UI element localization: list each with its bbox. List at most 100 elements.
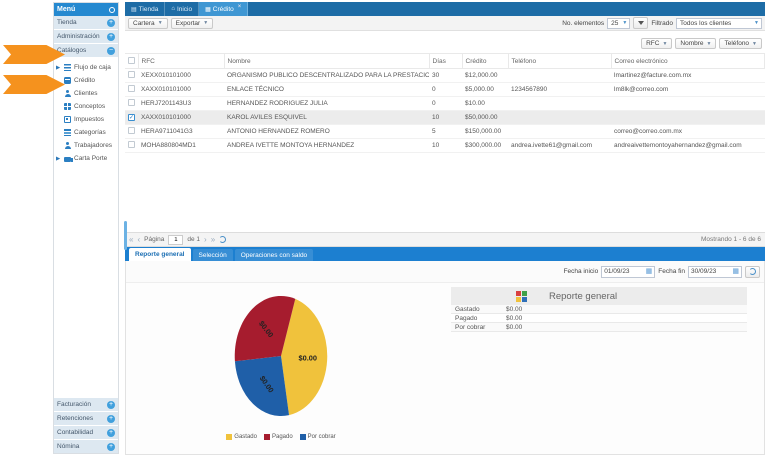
calendar-icon[interactable]: ▦ bbox=[646, 268, 653, 275]
select-all-checkbox[interactable] bbox=[128, 57, 135, 64]
minus-icon[interactable]: − bbox=[107, 47, 115, 55]
row-checkbox[interactable]: ✓ bbox=[128, 114, 135, 121]
page-input[interactable] bbox=[168, 235, 183, 245]
table-row[interactable]: MOHA880804MD1ANDREA IVETTE MONTOYA HERNA… bbox=[125, 139, 765, 153]
tab-label: Inicio bbox=[177, 6, 192, 13]
plus-icon[interactable]: + bbox=[107, 443, 115, 451]
sidebar-item-conceptos[interactable]: Conceptos bbox=[54, 100, 118, 113]
table-header-row: RFCNombreDíasCréditoTeléfonoCorreo elect… bbox=[125, 54, 765, 69]
sidebar-item-trabajadores[interactable]: Trabajadores bbox=[54, 139, 118, 152]
refresh-icon[interactable] bbox=[219, 236, 226, 243]
cartera-button[interactable]: Cartera▼ bbox=[128, 18, 168, 29]
first-page-icon[interactable]: « bbox=[129, 236, 133, 244]
legend-item-gastado: Gastado bbox=[226, 434, 257, 440]
row-checkbox[interactable] bbox=[128, 141, 135, 148]
prev-page-icon[interactable]: ‹ bbox=[137, 236, 140, 244]
row-checkbox[interactable] bbox=[128, 99, 135, 106]
cell-telefono bbox=[508, 125, 611, 139]
chevron-right-icon[interactable]: ▶ bbox=[56, 65, 60, 71]
tele-fono-button[interactable]: Teléfono▼ bbox=[719, 38, 762, 49]
grid-scrollbar[interactable] bbox=[124, 221, 127, 250]
section-label: Nómina bbox=[57, 443, 79, 450]
rfc-button[interactable]: RFC▼ bbox=[641, 38, 672, 49]
sidebar-section-no-mina[interactable]: Nómina + bbox=[54, 439, 118, 453]
chevron-right-icon[interactable]: ▶ bbox=[56, 156, 60, 162]
fecha-inicio-input[interactable]: 01/09/23▦ bbox=[601, 266, 655, 278]
sidebar-section-cata-logos[interactable]: Catálogos− bbox=[54, 44, 118, 58]
table-row[interactable]: ✓XAXX010101000KAROL AVILES ESQUIVEL10$50… bbox=[125, 111, 765, 125]
plus-icon[interactable]: + bbox=[107, 19, 115, 27]
cell-nombre: ORGANISMO PUBLICO DESCENTRALIZADO PARA L… bbox=[224, 69, 429, 83]
last-page-icon[interactable]: » bbox=[211, 236, 215, 244]
fecha-fin-label: Fecha fin bbox=[658, 268, 685, 275]
report-row-label: Por cobrar bbox=[451, 324, 506, 331]
sidebar-item-clientes[interactable]: Clientes bbox=[54, 87, 118, 100]
close-icon[interactable]: × bbox=[238, 4, 242, 10]
row-checkbox[interactable] bbox=[128, 127, 135, 134]
plus-icon[interactable]: + bbox=[107, 401, 115, 409]
report-general-panel: Reporte general Gastado$0.00Pagado$0.00P… bbox=[451, 287, 747, 332]
sidebar-section-retenciones[interactable]: Retenciones + bbox=[54, 411, 118, 425]
table-row[interactable]: HERA9711041G3ANTONIO HERNANDEZ ROMERO5$1… bbox=[125, 125, 765, 139]
credit-tab-icon: ▦ bbox=[205, 6, 211, 13]
cell-dias: 30 bbox=[429, 69, 462, 83]
sidebar-item-categori-as[interactable]: Categorías bbox=[54, 126, 118, 139]
next-page-icon[interactable]: › bbox=[204, 236, 207, 244]
concepts-gift-icon bbox=[64, 103, 71, 110]
sidebar-section-tienda[interactable]: Tienda+ bbox=[54, 16, 118, 30]
cell-telefono: 1234567890 bbox=[508, 83, 611, 97]
chevron-down-icon: ▼ bbox=[158, 20, 163, 26]
cell-correo: andreaivettemontoyahernandez@gmail.com bbox=[611, 139, 765, 153]
exportar-button[interactable]: Exportar▼ bbox=[171, 18, 214, 29]
sidebar-item-flujo-de-caja[interactable]: ▶Flujo de caja bbox=[54, 61, 118, 74]
tab-inicio[interactable]: ⌂Inicio bbox=[165, 2, 199, 16]
sidebar-item-label: Carta Porte bbox=[74, 155, 107, 162]
row-checkbox-cell: ✓ bbox=[125, 111, 138, 125]
button-label: Cartera bbox=[133, 20, 155, 27]
fecha-fin-input[interactable]: 30/09/23▦ bbox=[688, 266, 742, 278]
sidebar-section-administracio-n[interactable]: Administración+ bbox=[54, 30, 118, 44]
table-row[interactable]: HERJ7201143U3HERNANDEZ RODRIGUEZ JULIA0$… bbox=[125, 97, 765, 111]
clear-filter-button[interactable] bbox=[633, 17, 648, 29]
sidebar: Menú Tienda+Administración+Catálogos− ▶F… bbox=[53, 2, 119, 454]
cell-correo bbox=[611, 97, 765, 111]
column-header-correo-electro-nico[interactable]: Correo electrónico bbox=[611, 54, 765, 69]
sidebar-section-facturacio-n[interactable]: Facturación + bbox=[54, 397, 118, 411]
column-header-tele-fono[interactable]: Teléfono bbox=[508, 54, 611, 69]
report-tab-reporte-general[interactable]: Reporte general bbox=[129, 248, 191, 261]
column-header-di-as[interactable]: Días bbox=[429, 54, 462, 69]
report-tab-operaciones-con-saldo[interactable]: Operaciones con saldo bbox=[235, 249, 314, 261]
legend-label: Por cobrar bbox=[308, 434, 336, 440]
sidebar-item-impuestos[interactable]: Impuestos bbox=[54, 113, 118, 126]
gear-icon[interactable] bbox=[109, 7, 115, 13]
apply-dates-button[interactable] bbox=[745, 266, 760, 278]
legend-item-pagado: Pagado bbox=[264, 434, 293, 440]
calendar-icon[interactable]: ▦ bbox=[732, 268, 739, 275]
plus-icon[interactable]: + bbox=[107, 33, 115, 41]
nombre-button[interactable]: Nombre▼ bbox=[675, 38, 716, 49]
legend-label: Pagado bbox=[272, 434, 293, 440]
column-header-rfc[interactable]: RFC bbox=[138, 54, 224, 69]
sidebar-section-contabilidad[interactable]: Contabilidad+ bbox=[54, 425, 118, 439]
chevron-down-icon: ▼ bbox=[622, 20, 627, 26]
tab-tienda[interactable]: ▤Tienda bbox=[125, 2, 165, 16]
plus-icon[interactable]: + bbox=[107, 415, 115, 423]
row-checkbox[interactable] bbox=[128, 85, 135, 92]
section-label: Facturación bbox=[57, 401, 91, 408]
toolbar: Cartera▼Exportar▼ No. elementos 25▼ Filt… bbox=[125, 16, 765, 31]
page-size-select[interactable]: 25▼ bbox=[607, 18, 630, 29]
cell-rfc: HERA9711041G3 bbox=[138, 125, 224, 139]
section-label: Retenciones bbox=[57, 415, 93, 422]
row-checkbox[interactable] bbox=[128, 71, 135, 78]
column-header-cre-dito[interactable]: Crédito bbox=[462, 54, 508, 69]
client-filter-select[interactable]: Todos los clientes▼ bbox=[676, 18, 762, 29]
sidebar-item-carta-porte[interactable]: ▶ Carta Porte bbox=[54, 152, 118, 165]
report-row-label: Pagado bbox=[451, 315, 506, 322]
report-tab-seleccio-n[interactable]: Selección bbox=[193, 249, 233, 261]
table-row[interactable]: XAXX010101000ENLACE TÉCNICO0$5,000.00123… bbox=[125, 83, 765, 97]
plus-icon[interactable]: + bbox=[107, 429, 115, 437]
tab-cre-dito[interactable]: ▦Crédito× bbox=[199, 2, 248, 16]
column-header-nombre[interactable]: Nombre bbox=[224, 54, 429, 69]
table-row[interactable]: XEXX010101000ORGANISMO PUBLICO DESCENTRA… bbox=[125, 69, 765, 83]
cell-credito: $10.00 bbox=[462, 97, 508, 111]
